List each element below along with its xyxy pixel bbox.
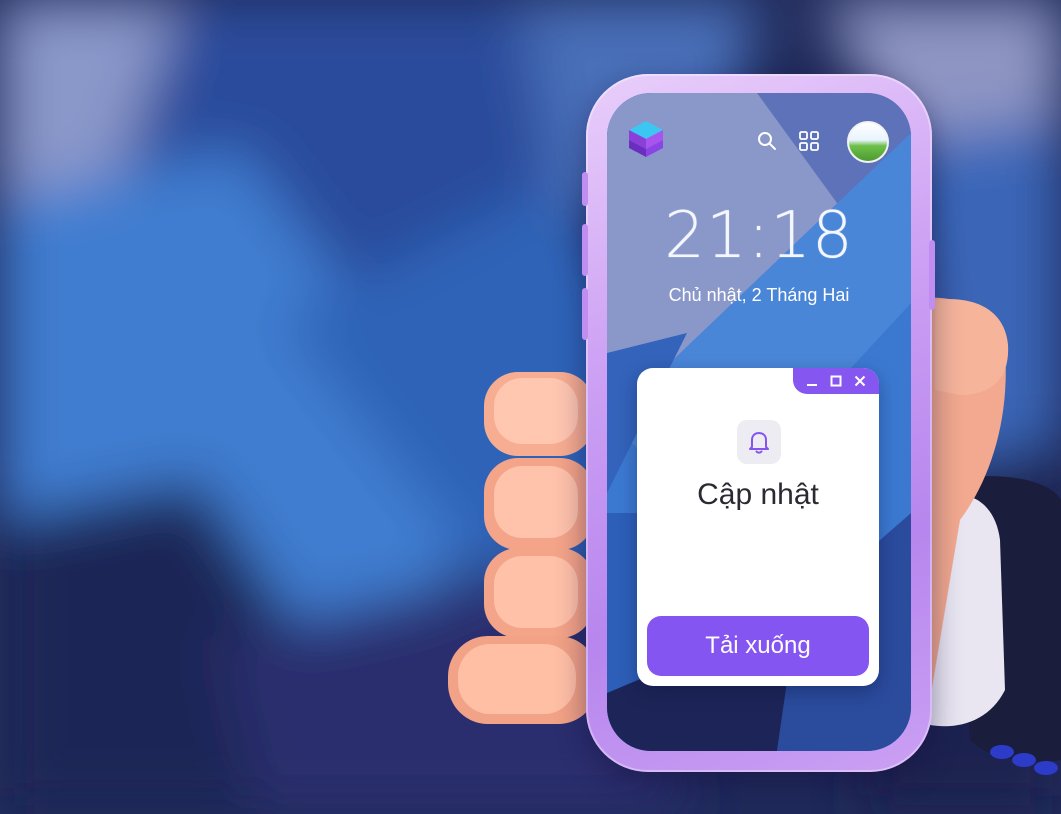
lock-screen-date: Chủ nhật, 2 Tháng Hai [668, 285, 850, 305]
notification-title: Cập nhật [697, 478, 819, 511]
lock-screen-time: 21:18 [664, 199, 854, 273]
notification-card: Cập nhật Tải xuống [637, 368, 879, 686]
phone-screen: 21:18 Chủ nhật, 2 Tháng Hai Cập nhật Tải… [607, 93, 911, 751]
maximize-icon[interactable] [829, 374, 843, 388]
side-button-left-1 [582, 172, 588, 206]
side-button-left-3 [582, 288, 588, 340]
close-icon[interactable] [853, 374, 867, 388]
window-controls [793, 368, 879, 394]
grid-icon[interactable] [799, 131, 819, 151]
search-icon[interactable] [757, 131, 777, 151]
status-bar [607, 93, 911, 183]
app-logo-icon[interactable] [625, 117, 667, 159]
download-button[interactable]: Tải xuống [647, 616, 869, 676]
bell-tile [737, 420, 781, 464]
side-button-left-2 [582, 224, 588, 276]
minimize-icon[interactable] [805, 374, 819, 388]
side-button-right [929, 240, 935, 310]
bell-icon [749, 432, 769, 454]
scene: 21:18 Chủ nhật, 2 Tháng Hai Cập nhật Tải… [0, 0, 1061, 814]
avatar[interactable] [847, 121, 889, 163]
